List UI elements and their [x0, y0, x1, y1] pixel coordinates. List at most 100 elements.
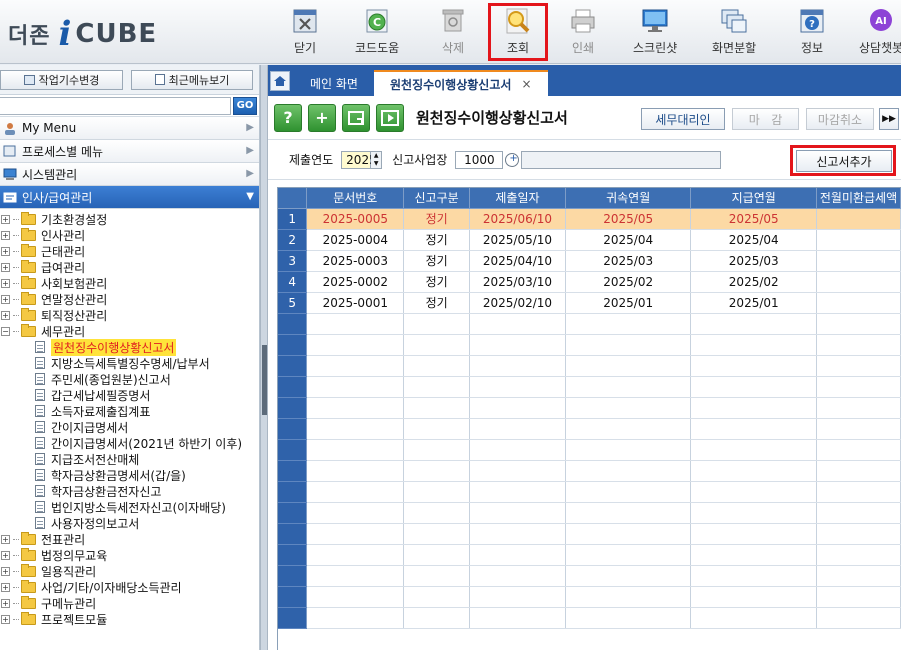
menu-process[interactable]: 프로세스별 메뉴 ▶	[0, 140, 259, 163]
tree-folder[interactable]: + 연말정산관리	[0, 291, 259, 307]
change-period-button[interactable]: 작업기수변경	[0, 69, 123, 90]
table-cell[interactable]	[816, 292, 901, 314]
tree-item[interactable]: 학자금상환금전자신고	[0, 483, 259, 499]
tree-item[interactable]: 학자금상환금명세서(갑/을)	[0, 467, 259, 483]
table-cell[interactable]: 정기	[403, 208, 471, 230]
delete-button[interactable]: 삭제	[438, 6, 468, 60]
tree-folder[interactable]: + 인사관리	[0, 227, 259, 243]
tree-folder[interactable]: + 사업/기타/이자배당소득관리	[0, 579, 259, 595]
table-cell[interactable]: 2025/02	[565, 271, 692, 293]
expand-icon[interactable]: +	[1, 310, 10, 320]
tax-agent-button[interactable]: 세무대리인	[641, 108, 725, 130]
close-button[interactable]: 닫기	[290, 6, 320, 60]
tree-item[interactable]: 사용자정의보고서	[0, 515, 259, 531]
column-header[interactable]: 신고구분	[403, 188, 471, 209]
expand-icon[interactable]: +	[1, 614, 10, 624]
table-cell[interactable]: 2025/06/10	[469, 208, 566, 230]
table-cell[interactable]: 2025-0001	[306, 292, 405, 314]
table-cell[interactable]: 2025/05	[565, 208, 692, 230]
expand-icon[interactable]: +	[1, 246, 10, 256]
expand-icon[interactable]: +	[1, 278, 10, 288]
cancel-close-button[interactable]: 마감취소	[806, 108, 874, 130]
row-number-cell[interactable]: 5	[278, 292, 308, 314]
code-help-button[interactable]: C 코드도움	[355, 6, 399, 60]
help-button[interactable]: ?	[274, 103, 302, 132]
refresh-button[interactable]	[342, 103, 370, 132]
expand-icon[interactable]: +	[1, 566, 10, 576]
table-cell[interactable]: 2025/03	[565, 250, 692, 272]
table-cell[interactable]: 2025/04/10	[469, 250, 566, 272]
tree-item[interactable]: 간이지급명세서	[0, 419, 259, 435]
print-button[interactable]: 인쇄	[568, 6, 598, 60]
menu-system[interactable]: 시스템관리 ▶	[0, 163, 259, 186]
home-button[interactable]	[270, 71, 290, 91]
expand-icon[interactable]: +	[1, 230, 10, 240]
expand-icon[interactable]: +	[1, 550, 10, 560]
table-row[interactable]: 2 2025-0004 정기 2025/05/10 2025/04 2025/04	[278, 229, 901, 251]
tab-main-screen[interactable]: 메인 화면	[294, 70, 374, 96]
tab-close-icon[interactable]: ×	[521, 77, 531, 91]
row-number-cell[interactable]: 4	[278, 271, 308, 293]
tree-folder[interactable]: − 세무관리	[0, 323, 259, 339]
tree-item[interactable]: 지급조서전산매체	[0, 451, 259, 467]
go-button[interactable]: GO	[233, 96, 257, 115]
close-period-button[interactable]: 마 감	[732, 108, 799, 130]
expand-icon[interactable]: +	[1, 598, 10, 608]
expand-icon[interactable]: +	[1, 214, 10, 224]
site-lookup-icon[interactable]: +	[505, 152, 520, 167]
row-number-cell[interactable]: 1	[278, 208, 308, 230]
expand-icon[interactable]: +	[1, 294, 10, 304]
table-cell[interactable]: 2025/02	[690, 271, 817, 293]
tree-folder[interactable]: + 기초환경설정	[0, 211, 259, 227]
table-cell[interactable]: 2025/04	[690, 229, 817, 251]
tree-item[interactable]: 간이지급명세서(2021년 하반기 이후)	[0, 435, 259, 451]
table-cell[interactable]: 정기	[403, 271, 471, 293]
tree-folder[interactable]: + 사회보험관리	[0, 275, 259, 291]
table-cell[interactable]: 2025/05	[690, 208, 817, 230]
recent-menu-button[interactable]: 최근메뉴보기	[130, 69, 253, 90]
column-header[interactable]: 귀속연월	[565, 188, 692, 209]
table-cell[interactable]: 정기	[403, 229, 471, 251]
table-cell[interactable]: 2025/01	[690, 292, 817, 314]
table-cell[interactable]: 정기	[403, 292, 471, 314]
tree-folder[interactable]: + 급여관리	[0, 259, 259, 275]
tree-item[interactable]: 갑근세납세필증명서	[0, 387, 259, 403]
year-spinner[interactable]: ▲ ▼	[371, 150, 383, 169]
table-cell[interactable]: 2025/04	[565, 229, 692, 251]
add-button[interactable]: +	[308, 103, 336, 132]
tree-folder[interactable]: + 구메뉴관리	[0, 595, 259, 611]
row-number-cell[interactable]: 3	[278, 250, 308, 272]
table-cell[interactable]	[816, 250, 901, 272]
table-cell[interactable]: 2025/01	[565, 292, 692, 314]
table-cell[interactable]	[816, 229, 901, 251]
table-cell[interactable]: 정기	[403, 250, 471, 272]
splitter-grip-icon[interactable]	[262, 345, 267, 415]
table-cell[interactable]: 2025-0004	[306, 229, 405, 251]
tree-item[interactable]: 법인지방소득세전자신고(이자배당)	[0, 499, 259, 515]
collapse-icon[interactable]: −	[1, 326, 10, 336]
split-screen-button[interactable]: 화면분할	[712, 6, 756, 60]
site-code-input[interactable]: 1000	[455, 150, 504, 169]
run-button[interactable]	[376, 103, 404, 132]
table-row[interactable]: 5 2025-0001 정기 2025/02/10 2025/01 2025/01	[278, 292, 901, 314]
chatbot-button[interactable]: AI 상담챗봇	[859, 6, 901, 60]
info-button[interactable]: ? 정보	[797, 6, 827, 60]
table-row[interactable]: 1 2025-0005 정기 2025/06/10 2025/05 2025/05	[278, 208, 901, 230]
tree-folder[interactable]: + 법정의무교육	[0, 547, 259, 563]
expand-icon[interactable]: +	[1, 582, 10, 592]
table-cell[interactable]: 2025-0002	[306, 271, 405, 293]
table-cell[interactable]: 2025/03/10	[469, 271, 566, 293]
table-cell[interactable]: 2025-0005	[306, 208, 405, 230]
tree-folder[interactable]: + 근태관리	[0, 243, 259, 259]
column-header[interactable]: 지급연월	[690, 188, 817, 209]
column-header[interactable]: 제출일자	[469, 188, 566, 209]
menu-my-menu[interactable]: My Menu ▶	[0, 117, 259, 140]
menu-search-input[interactable]	[0, 96, 231, 115]
tree-folder[interactable]: + 프로젝트모듈	[0, 611, 259, 627]
column-header[interactable]: 문서번호	[306, 188, 405, 209]
row-number-cell[interactable]: 2	[278, 229, 308, 251]
column-header[interactable]: 전월미환급세액	[816, 188, 901, 209]
table-cell[interactable]	[816, 208, 901, 230]
tree-item[interactable]: 주민세(종업원분)신고서	[0, 371, 259, 387]
tree-item[interactable]: 지방소득세특별징수명세/납부서	[0, 355, 259, 371]
